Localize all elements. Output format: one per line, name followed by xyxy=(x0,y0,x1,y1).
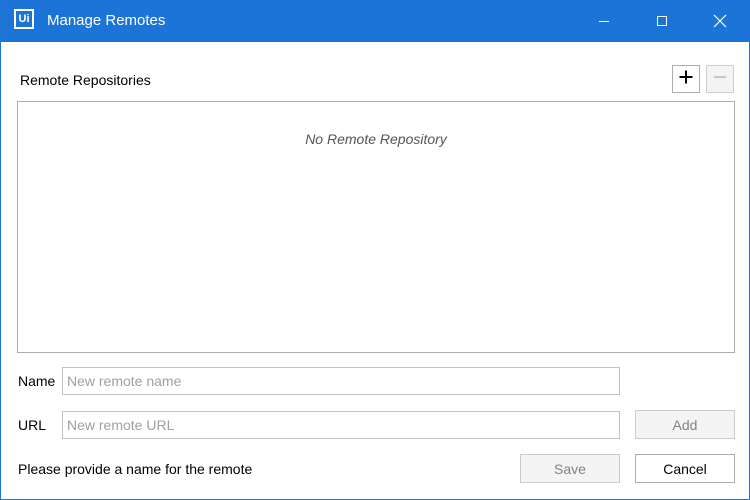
app-logo: Ui xyxy=(14,9,34,29)
plus-icon xyxy=(678,69,694,90)
name-label: Name xyxy=(18,373,56,389)
save-button[interactable]: Save xyxy=(520,454,620,483)
manage-remotes-dialog: Ui Manage Remotes Remote Repositories No… xyxy=(0,0,750,500)
close-icon xyxy=(713,14,727,28)
minus-icon xyxy=(713,70,727,89)
url-label: URL xyxy=(18,417,47,433)
minimize-icon xyxy=(598,15,610,27)
add-button[interactable]: Add xyxy=(635,410,735,439)
remote-repository-list[interactable]: No Remote Repository xyxy=(17,101,735,353)
close-button[interactable] xyxy=(697,0,743,42)
cancel-button[interactable]: Cancel xyxy=(635,454,735,483)
window-title: Manage Remotes xyxy=(47,12,166,29)
remove-remote-button[interactable] xyxy=(706,65,734,93)
validation-message: Please provide a name for the remote xyxy=(18,461,253,477)
title-bar: Ui Manage Remotes xyxy=(1,0,750,42)
maximize-icon xyxy=(656,15,668,27)
add-remote-button[interactable] xyxy=(672,65,700,93)
remote-url-input[interactable] xyxy=(62,411,620,439)
minimize-button[interactable] xyxy=(581,0,627,42)
maximize-button[interactable] xyxy=(639,0,685,42)
remote-name-input[interactable] xyxy=(62,367,620,395)
app-logo-text: Ui xyxy=(18,12,30,25)
remote-repositories-label: Remote Repositories xyxy=(20,72,151,88)
empty-list-message: No Remote Repository xyxy=(305,131,447,147)
